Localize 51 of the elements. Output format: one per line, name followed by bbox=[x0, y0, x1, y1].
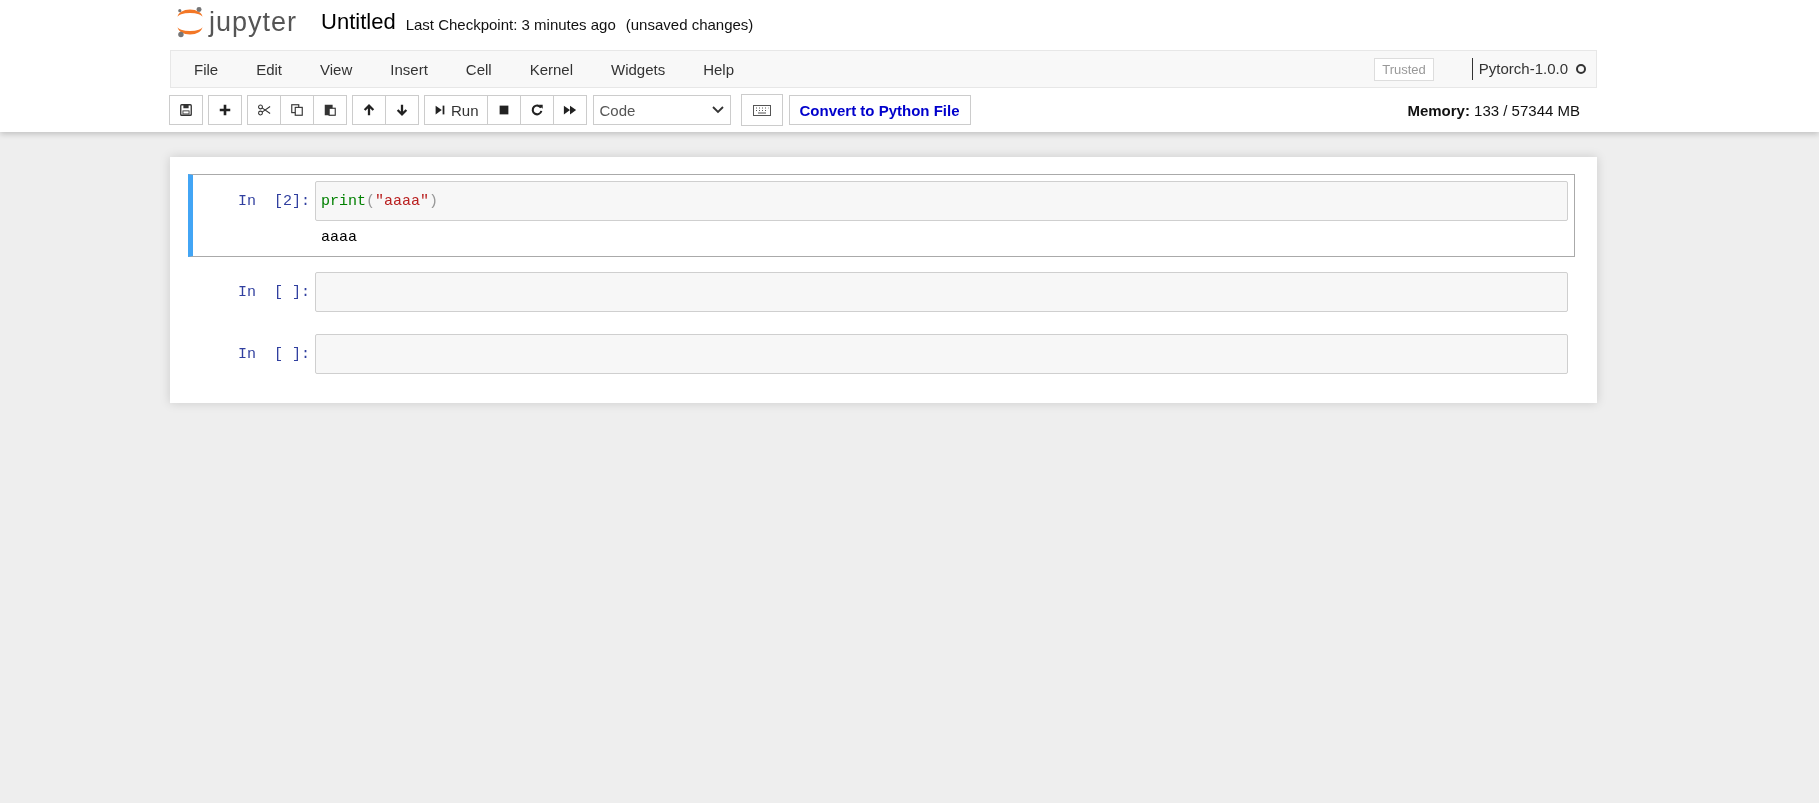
convert-button[interactable]: Convert to Python File bbox=[788, 95, 971, 125]
run-button[interactable]: Run bbox=[424, 95, 488, 125]
fast-forward-icon bbox=[562, 103, 577, 117]
menu-item[interactable]: Help bbox=[684, 60, 754, 78]
notebook-name[interactable]: Untitled bbox=[321, 9, 396, 35]
menu-item[interactable]: File bbox=[175, 60, 238, 78]
jupyter-logo-icon bbox=[175, 5, 205, 39]
restart-button[interactable] bbox=[519, 95, 554, 125]
up-button[interactable] bbox=[352, 95, 386, 125]
down-arrow-icon bbox=[395, 103, 409, 117]
add-button[interactable] bbox=[208, 95, 242, 125]
kernel-name: Pytorch-1.0.0 bbox=[1471, 58, 1568, 80]
copy-button[interactable] bbox=[280, 95, 314, 125]
clipboard-icon bbox=[323, 103, 337, 117]
cell-type-dropdown[interactable]: Code bbox=[592, 95, 731, 125]
cell-prompt: In [ ]: bbox=[237, 345, 311, 363]
menu-item[interactable]: Cell bbox=[446, 60, 511, 78]
notebook-cell[interactable]: In [2]: print("aaaa") aaaa bbox=[188, 174, 1575, 257]
copy-icon bbox=[290, 103, 304, 117]
menu-item[interactable]: Edit bbox=[237, 60, 302, 78]
checkpoint-text: Last Checkpoint: 3 minutes ago bbox=[405, 15, 616, 33]
keyboard-icon bbox=[752, 104, 771, 116]
logo-text[interactable]: jupyter bbox=[209, 6, 298, 38]
save-button[interactable] bbox=[169, 95, 203, 125]
menu-item[interactable]: Widgets bbox=[592, 60, 685, 78]
chevron-down-icon bbox=[711, 106, 724, 114]
notebook-cell[interactable]: In [ ]: bbox=[188, 327, 1575, 381]
code-input[interactable] bbox=[315, 334, 1568, 374]
autosave-status: (unsaved changes) bbox=[625, 15, 754, 33]
cell-output: aaaa bbox=[321, 229, 358, 248]
floppy-icon bbox=[179, 103, 193, 117]
restart-icon bbox=[529, 103, 544, 117]
fast-forward-button[interactable] bbox=[552, 95, 587, 125]
menu-item[interactable]: Kernel bbox=[510, 60, 592, 78]
menu-item[interactable]: View bbox=[301, 60, 372, 78]
stop-button[interactable] bbox=[486, 95, 521, 125]
cut-button[interactable] bbox=[247, 95, 281, 125]
up-arrow-icon bbox=[362, 103, 376, 117]
step-icon bbox=[433, 103, 447, 117]
scissors-icon bbox=[257, 103, 271, 117]
paste-button[interactable] bbox=[313, 95, 347, 125]
code-input[interactable]: print("aaaa") bbox=[315, 181, 1568, 221]
menu-item[interactable]: Insert bbox=[371, 60, 447, 78]
notebook-cell[interactable]: In [ ]: bbox=[188, 265, 1575, 319]
down-button[interactable] bbox=[385, 95, 419, 125]
code-input[interactable] bbox=[315, 272, 1568, 312]
memory-usage: Memory: 133 / 57344 MB bbox=[1407, 101, 1580, 119]
cell-prompt: In [ ]: bbox=[237, 283, 311, 301]
plus-icon bbox=[218, 103, 232, 117]
cell-prompt: In [2]: bbox=[237, 192, 311, 210]
keyboard-button[interactable] bbox=[740, 94, 783, 126]
